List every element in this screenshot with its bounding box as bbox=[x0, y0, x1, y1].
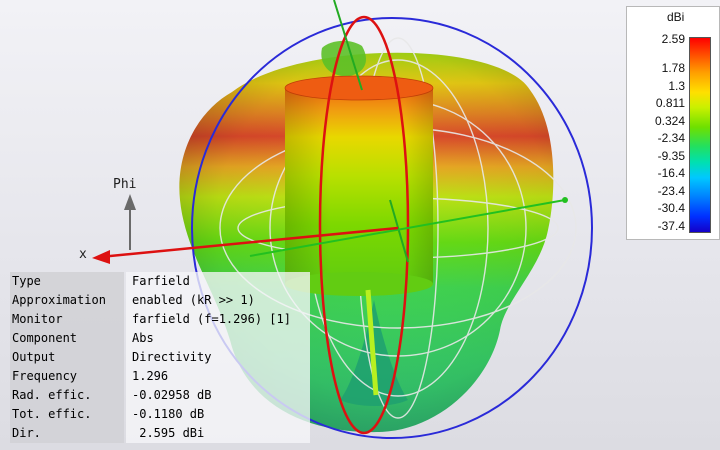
colorbar-tick: -37.4 bbox=[657, 219, 685, 233]
x-axis-label: x bbox=[79, 247, 87, 262]
info-row-rad-effic: Rad. effic. -0.02958 dB bbox=[10, 386, 310, 405]
colorbar-tick: -2.34 bbox=[657, 131, 685, 145]
info-row-dir: Dir. 2.595 dBi bbox=[10, 424, 310, 443]
info-value: Directivity bbox=[126, 348, 310, 367]
colorbar-tick: -16.4 bbox=[657, 166, 685, 180]
info-row-monitor: Monitor farfield (f=1.296) [1] bbox=[10, 310, 310, 329]
info-value: 1.296 bbox=[126, 367, 310, 386]
colorbar-tick: 1.3 bbox=[668, 79, 685, 93]
info-value: enabled (kR >> 1) bbox=[126, 291, 310, 310]
info-value: farfield (f=1.296) [1] bbox=[126, 310, 310, 329]
info-key: Component bbox=[10, 329, 124, 348]
info-row-type: Type Farfield bbox=[10, 272, 310, 291]
colorbar-tick: 2.59 bbox=[661, 32, 685, 46]
colorbar-tick: -9.35 bbox=[657, 149, 685, 163]
info-key: Monitor bbox=[10, 310, 124, 329]
colorbar-tick: -23.4 bbox=[657, 184, 685, 198]
info-row-approximation: Approximation enabled (kR >> 1) bbox=[10, 291, 310, 310]
colorbar-tick: 0.324 bbox=[654, 114, 685, 128]
info-value: Abs bbox=[126, 329, 310, 348]
info-key: Dir. bbox=[10, 424, 124, 443]
info-row-frequency: Frequency 1.296 bbox=[10, 367, 310, 386]
info-key: Frequency bbox=[10, 367, 124, 386]
phi-axis-label: Phi bbox=[113, 177, 137, 192]
info-row-component: Component Abs bbox=[10, 329, 310, 348]
colorbar-tick: 1.78 bbox=[661, 61, 685, 75]
info-key: Rad. effic. bbox=[10, 386, 124, 405]
info-value: Farfield bbox=[126, 272, 310, 291]
info-value: -0.02958 dB bbox=[126, 386, 310, 405]
info-row-tot-effic: Tot. effic. -0.1180 dB bbox=[10, 405, 310, 424]
info-key: Output bbox=[10, 348, 124, 367]
colorbar-gradient bbox=[689, 37, 711, 233]
info-key: Approximation bbox=[10, 291, 124, 310]
colorbar-tick: -30.4 bbox=[657, 201, 685, 215]
antenna-cylinder bbox=[284, 75, 434, 296]
colorbar-tick: 0.811 bbox=[655, 96, 685, 110]
colorbar-ticks: 2.59 1.78 1.3 0.811 0.324 -2.34 -9.35 -1… bbox=[627, 7, 685, 239]
info-key: Tot. effic. bbox=[10, 405, 124, 424]
info-value: 2.595 dBi bbox=[126, 424, 310, 443]
info-key: Type bbox=[10, 272, 124, 291]
farfield-info-table: Type Farfield Approximation enabled (kR … bbox=[10, 272, 310, 444]
info-value: -0.1180 dB bbox=[126, 405, 310, 424]
colorbar-legend: dBi 2.59 1.78 1.3 0.811 0.324 -2.34 -9.3… bbox=[626, 6, 720, 240]
info-row-output: Output Directivity bbox=[10, 348, 310, 367]
